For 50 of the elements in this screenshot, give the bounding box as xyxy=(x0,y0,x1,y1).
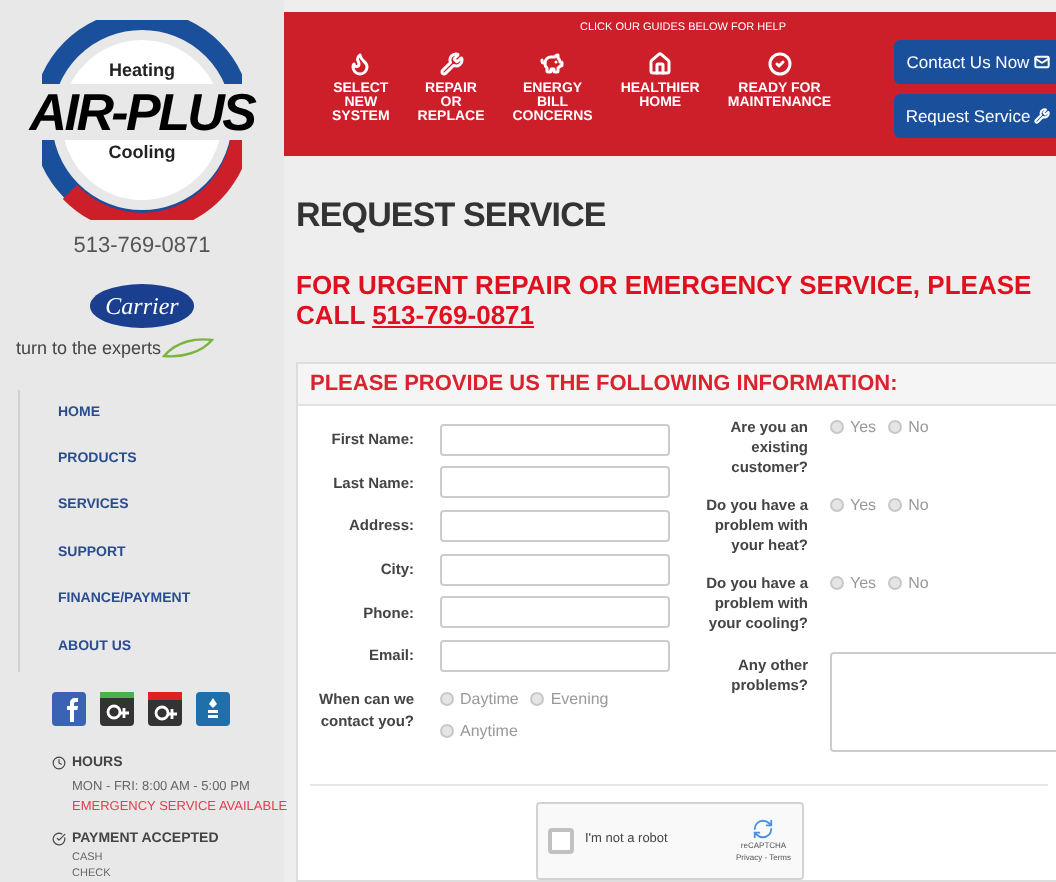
radio-label: Yes xyxy=(850,415,877,440)
radio-label: Daytime xyxy=(460,687,519,712)
clock-icon xyxy=(52,756,66,771)
logo-wordmark: AIR-PLUS xyxy=(25,84,259,141)
logo-cooling-text: Cooling xyxy=(108,140,176,167)
recaptcha-icon xyxy=(752,817,775,840)
page-title: REQUEST SERVICE xyxy=(296,193,608,237)
text-input[interactable] xyxy=(440,423,670,455)
text-input[interactable] xyxy=(440,553,670,586)
problems-textarea[interactable] xyxy=(830,651,1056,752)
phone-link[interactable]: 513-769-0871 xyxy=(372,300,535,330)
radio-button[interactable] xyxy=(440,724,454,739)
header-button[interactable]: Contact Us Now xyxy=(894,40,1056,84)
leaf-icon xyxy=(161,338,214,359)
radio-button[interactable] xyxy=(888,498,903,513)
text-input[interactable] xyxy=(440,466,670,499)
text-input[interactable] xyxy=(440,596,670,629)
facebook-icon[interactable] xyxy=(52,691,86,725)
radio-button[interactable] xyxy=(830,420,844,435)
flame-icon[interactable] xyxy=(348,52,373,76)
radio-button[interactable] xyxy=(830,576,844,591)
radio-label: No xyxy=(908,493,929,518)
mail-icon xyxy=(1033,54,1050,70)
partner-tagline: turn to the experts xyxy=(16,335,162,362)
piggy-bank-icon[interactable] xyxy=(540,52,565,76)
radio-label: Anytime xyxy=(460,719,518,744)
radio-label: Yes xyxy=(850,571,877,596)
house-icon[interactable] xyxy=(648,52,673,76)
radio-button[interactable] xyxy=(440,692,454,707)
captcha-checkbox[interactable] xyxy=(547,827,573,854)
carrier-logo[interactable]: Carrier xyxy=(89,283,195,328)
radio-button[interactable] xyxy=(888,420,903,435)
radio-label: Yes xyxy=(850,493,877,518)
wrench-icon[interactable] xyxy=(439,52,464,76)
radio-button[interactable] xyxy=(888,576,903,591)
radio-button[interactable] xyxy=(830,498,844,513)
radio-button[interactable] xyxy=(530,692,545,707)
text-input[interactable] xyxy=(440,509,670,542)
text-input[interactable] xyxy=(440,639,670,672)
form-heading: PLEASE PROVIDE US THE FOLLOWING INFORMATION: xyxy=(298,364,1056,406)
check-icon[interactable] xyxy=(767,52,792,76)
logo-heating-text: Heating xyxy=(108,57,175,84)
wrench-icon xyxy=(1034,108,1051,124)
radio-label: No xyxy=(908,415,929,440)
check-icon xyxy=(52,832,66,847)
header-button[interactable]: Request Service xyxy=(894,94,1056,138)
phone-number: 513-769-0871 xyxy=(71,232,213,263)
radio-label: Evening xyxy=(550,687,609,712)
urgent-notice: FOR URGENT REPAIR OR EMERGENCY SERVICE, PLEASE CALL 513-769-0871 xyxy=(296,270,1034,330)
radio-label: No xyxy=(908,571,929,596)
